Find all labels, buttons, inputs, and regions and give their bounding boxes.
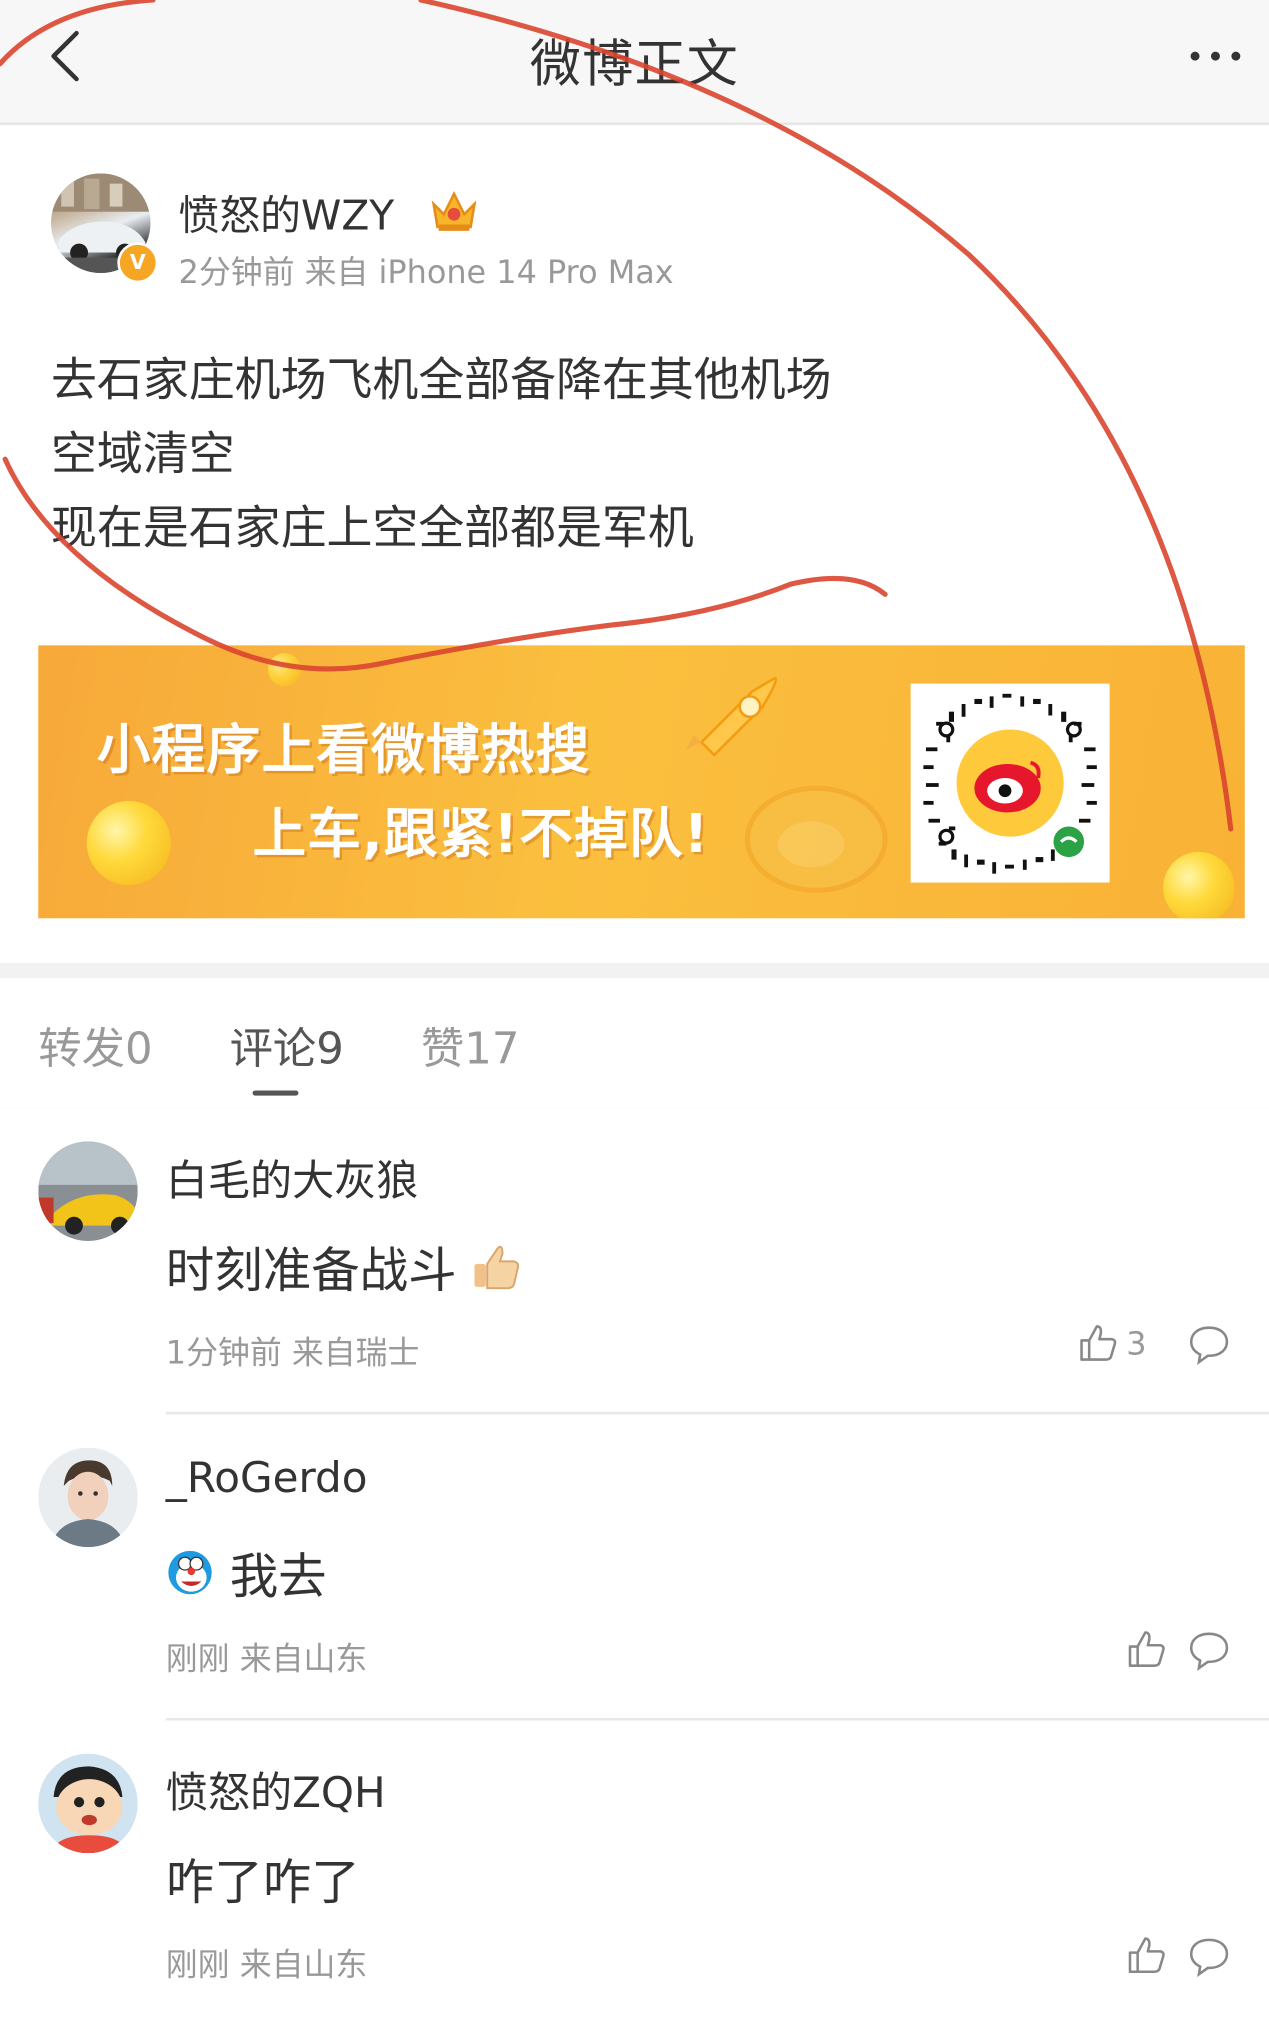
decorative-ball bbox=[86, 800, 171, 886]
comment-item: 愤怒的ZQH 咋了咋了 刚刚 来自山东 bbox=[0, 1720, 1269, 2027]
thumbs-up-icon bbox=[1080, 1325, 1117, 1361]
vip-crown-icon bbox=[431, 191, 477, 231]
comment-item: _RoGerdo 我去 刚刚 来自山东 bbox=[0, 1414, 1269, 1721]
decorative-ball bbox=[1163, 851, 1235, 919]
rocket-icon bbox=[686, 676, 778, 757]
comment-meta: 刚刚 来自山东 bbox=[165, 1946, 368, 1984]
commenter-avatar[interactable] bbox=[38, 1141, 138, 1241]
post-timestamp-source: 2分钟前 来自 iPhone 14 Pro Max bbox=[178, 253, 674, 291]
reply-bubble-icon[interactable] bbox=[1187, 1323, 1230, 1366]
like-button[interactable] bbox=[1126, 1626, 1167, 1672]
doraemon-emoji-icon bbox=[168, 1550, 212, 1595]
post-line: 去石家庄机场飞机全部备降在其他机场 bbox=[51, 354, 832, 407]
like-button[interactable] bbox=[1126, 1932, 1167, 1978]
thumbs-up-emoji-icon bbox=[474, 1245, 520, 1290]
avatar-portrait-icon bbox=[38, 1447, 138, 1548]
section-divider bbox=[0, 962, 1269, 979]
banner-headline: 小程序上看微博热搜 bbox=[96, 718, 591, 781]
commenter-name[interactable]: 愤怒的ZQH bbox=[166, 1759, 386, 1820]
comment-text: 咋了咋了 bbox=[165, 1854, 360, 1911]
interaction-tabs: 转发0 评论9 赞17 bbox=[0, 978, 1269, 1111]
tab-reposts[interactable]: 转发0 bbox=[38, 1014, 152, 1076]
comment-text-content: 时刻准备战斗 bbox=[165, 1242, 457, 1299]
screen: 微博正文 V 愤怒的WZY 2分钟前 来自 iPhone 14 Pro Max … bbox=[0, 0, 1269, 2027]
commenter-name[interactable]: _RoGerdo bbox=[166, 1453, 368, 1503]
page-title: 微博正文 bbox=[529, 35, 740, 95]
comment-meta: 1分钟前 来自瑞士 bbox=[165, 1334, 420, 1372]
thumbs-up-icon bbox=[1128, 1937, 1165, 1974]
comment-item: 白毛的大灰狼 时刻准备战斗 1分钟前 来自瑞士 3 bbox=[0, 1108, 1269, 1415]
tab-likes[interactable]: 赞17 bbox=[421, 1014, 520, 1076]
top-navigation-bar: 微博正文 bbox=[0, 0, 1269, 125]
post-line: 现在是石家庄上空全部都是军机 bbox=[51, 502, 694, 555]
banner-subline: 上车,跟紧!不掉队! bbox=[252, 802, 710, 865]
comment-text: 我去 bbox=[166, 1537, 327, 1607]
post-content: 去石家庄机场飞机全部备降在其他机场 空域清空 现在是石家庄上空全部都是军机 bbox=[51, 344, 832, 566]
like-count: 3 bbox=[1126, 1324, 1147, 1362]
reply-bubble-icon[interactable] bbox=[1187, 1935, 1230, 1978]
commenter-avatar[interactable] bbox=[38, 1753, 138, 1854]
avatar-car-icon bbox=[38, 1141, 138, 1241]
avatar-cartoon-icon bbox=[38, 1753, 138, 1854]
tab-comments[interactable]: 评论9 bbox=[230, 1014, 344, 1076]
qr-code-icon bbox=[923, 693, 1097, 874]
comment-meta: 刚刚 来自山东 bbox=[165, 1640, 368, 1678]
author-name[interactable]: 愤怒的WZY bbox=[179, 184, 395, 243]
post-line: 空域清空 bbox=[51, 428, 235, 481]
active-tab-indicator bbox=[252, 1090, 299, 1096]
verified-badge-icon: V bbox=[117, 242, 159, 284]
more-options-icon[interactable] bbox=[1187, 33, 1243, 79]
reply-bubble-icon[interactable] bbox=[1187, 1629, 1230, 1672]
commenter-name[interactable]: 白毛的大灰狼 bbox=[166, 1147, 419, 1208]
comment-text-content: 我去 bbox=[229, 1548, 327, 1605]
weibo-post: V 愤怒的WZY 2分钟前 来自 iPhone 14 Pro Max 去石家庄机… bbox=[0, 124, 1269, 963]
mini-program-banner[interactable]: 小程序上看微博热搜 上车,跟紧!不掉队! bbox=[38, 645, 1245, 919]
weibo-logo-decoration-icon bbox=[744, 785, 888, 893]
thumbs-up-icon bbox=[1128, 1631, 1165, 1667]
qr-code[interactable] bbox=[910, 683, 1110, 883]
decorative-ball bbox=[267, 653, 301, 687]
comment-text: 时刻准备战斗 bbox=[166, 1231, 521, 1301]
like-button[interactable]: 3 bbox=[1078, 1320, 1147, 1366]
commenter-avatar[interactable] bbox=[38, 1447, 138, 1548]
